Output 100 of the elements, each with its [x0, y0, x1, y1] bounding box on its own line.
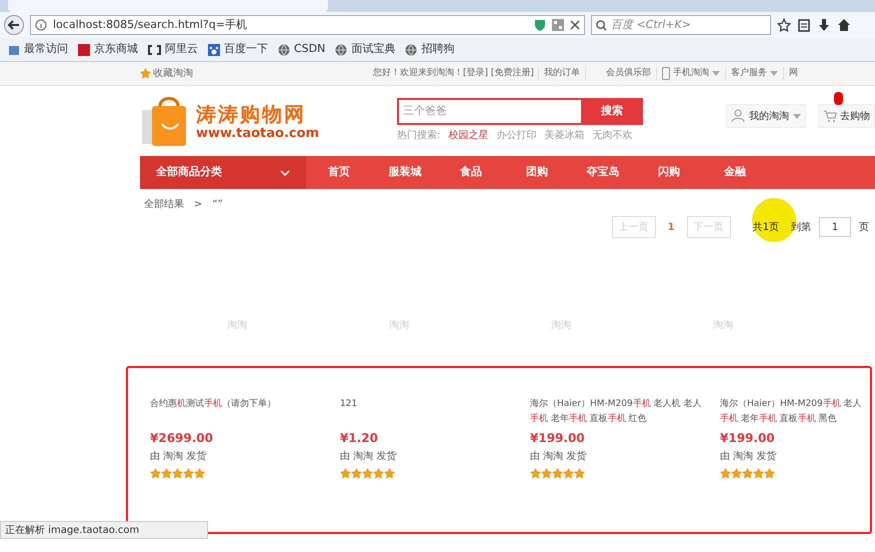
star-icon: [753, 468, 764, 479]
product-title[interactable]: 手机 老年手机 直板手机 黑色: [720, 412, 875, 427]
product-price: ¥199.00: [530, 430, 586, 447]
star-icon: [541, 468, 552, 479]
star-icon: [183, 468, 194, 479]
hot-search-link[interactable]: 美菱冰箱: [544, 128, 584, 143]
star-icon: [150, 468, 161, 479]
nav-link[interactable]: 金融: [702, 164, 768, 181]
star-icon[interactable]: [777, 18, 791, 32]
seller-text: 由 淘淘 发货: [340, 450, 398, 464]
home-icon[interactable]: [837, 18, 851, 32]
star-icon: [161, 468, 172, 479]
star-icon: [194, 468, 205, 479]
nav-link[interactable]: 团购: [504, 164, 570, 181]
url-text: localhost:8085/search.html?q=手机: [53, 16, 248, 33]
my-account-button[interactable]: 我的淘淘: [726, 104, 806, 128]
search-field[interactable]: 三个爸爸: [399, 100, 581, 123]
site-logo[interactable]: 涛涛购物网 www.taotao.com: [140, 96, 357, 148]
clipboard-icon[interactable]: [797, 18, 811, 32]
nav-link[interactable]: 夺宝岛: [570, 164, 636, 181]
cart-button[interactable]: 去购物: [818, 104, 875, 128]
phone-icon: [662, 67, 670, 80]
top-bar-link[interactable]: 网: [782, 66, 803, 80]
address-bar[interactable]: localhost:8085/search.html?q=手机: [30, 15, 585, 35]
search-placeholder: 百度 <Ctrl+K>: [611, 16, 691, 33]
cart-icon: [823, 109, 837, 123]
cart-badge: [834, 92, 843, 105]
product-price: ¥1.20: [340, 430, 379, 447]
product-title[interactable]: 121: [340, 397, 530, 412]
download-icon[interactable]: [817, 18, 831, 32]
globe-icon: [405, 44, 418, 56]
nav-link[interactable]: 服装城: [372, 164, 438, 181]
top-bar-link[interactable]: 客户服务: [724, 66, 783, 80]
back-icon[interactable]: [4, 15, 24, 35]
bookmark-item[interactable]: 京东商城: [78, 41, 138, 58]
star-icon: [563, 468, 574, 479]
nav-link[interactable]: 食品: [438, 164, 504, 181]
seller-text: 由 淘淘 发货: [720, 450, 778, 464]
bookmark-item[interactable]: CSDN: [278, 41, 326, 58]
seller-text: 由 淘淘 发货: [150, 450, 208, 464]
star-icon: [373, 468, 384, 479]
product-title[interactable]: 海尔（Haier）HM-M209手机 老人: [720, 397, 875, 412]
page-number[interactable]: 1: [664, 220, 679, 234]
top-bar-link[interactable]: 手机淘淘: [656, 66, 725, 80]
star-icon: [340, 468, 351, 479]
favorite-link[interactable]: 收藏淘淘: [140, 66, 193, 81]
search-icon: [596, 20, 607, 30]
shop-logo-icon: [78, 44, 90, 56]
product-title[interactable]: 合约惠机测试手机（请勿下单）: [150, 397, 340, 412]
star-icon: [384, 468, 395, 479]
chevron-down-icon: [280, 170, 290, 176]
nav-link[interactable]: 首页: [306, 164, 372, 181]
hot-search-link[interactable]: 办公打印: [496, 128, 536, 143]
bookmark-item[interactable]: 招聘狗: [405, 41, 454, 58]
hot-search-link[interactable]: 无肉不欢: [592, 128, 632, 143]
user-icon: [731, 109, 745, 123]
top-bar-link[interactable]: 会员俱乐部: [584, 66, 656, 80]
star-icon: [172, 468, 183, 479]
search-query: “”: [212, 198, 223, 212]
product-title[interactable]: 海尔（Haier）HM-M209手机 老人机 老人: [530, 397, 720, 412]
star-icon: [742, 468, 753, 479]
breadcrumb-separator: >: [194, 198, 202, 212]
bookmark-item[interactable]: 阿里云: [148, 41, 198, 58]
star-icon: [530, 468, 541, 479]
status-text: 正在解析 image.taotao.com: [5, 524, 140, 538]
star-icon: [764, 468, 775, 479]
info-icon: [35, 19, 47, 31]
nav-link[interactable]: 闪购: [636, 164, 702, 181]
star-icon: [140, 68, 151, 79]
page-input[interactable]: 1: [819, 217, 851, 237]
bookmark-item[interactable]: 面试宝典: [335, 41, 396, 58]
star-icon: [351, 468, 362, 479]
category-menu[interactable]: 全部商品分类: [140, 156, 306, 189]
qr-code-icon[interactable]: [552, 19, 564, 31]
web-search-field[interactable]: 百度 <Ctrl+K>: [591, 15, 771, 35]
hot-search-link[interactable]: 校园之星: [448, 128, 488, 143]
shield-icon: [534, 18, 546, 32]
bookmark-item[interactable]: 百度一下: [208, 41, 268, 58]
bracket-logo-icon: [148, 44, 161, 54]
breadcrumb-link[interactable]: 全部结果: [144, 197, 184, 212]
bookmark-item[interactable]: 最常访问: [8, 41, 68, 58]
bookmark-folder-icon: [8, 44, 20, 56]
close-icon[interactable]: [570, 20, 580, 30]
star-icon: [731, 468, 742, 479]
seller-text: 由 淘淘 发货: [530, 450, 588, 464]
globe-icon: [278, 44, 290, 56]
caret-icon: [793, 114, 801, 118]
star-icon: [720, 468, 731, 479]
product-price: ¥199.00: [720, 430, 776, 447]
star-icon: [574, 468, 585, 479]
paw-icon: [208, 44, 220, 56]
logo-url: www.taotao.com: [196, 126, 320, 142]
top-bar-link[interactable]: 我的订单: [538, 66, 585, 80]
globe-icon: [335, 44, 348, 56]
product-title[interactable]: 手机 老年手机 直板手机 红色: [530, 412, 720, 427]
logo-title: 涛涛购物网: [196, 102, 307, 126]
caret-icon: [770, 71, 778, 76]
star-icon: [552, 468, 563, 479]
caret-icon: [712, 71, 720, 76]
hot-search-label: 热门搜索:: [397, 128, 440, 143]
